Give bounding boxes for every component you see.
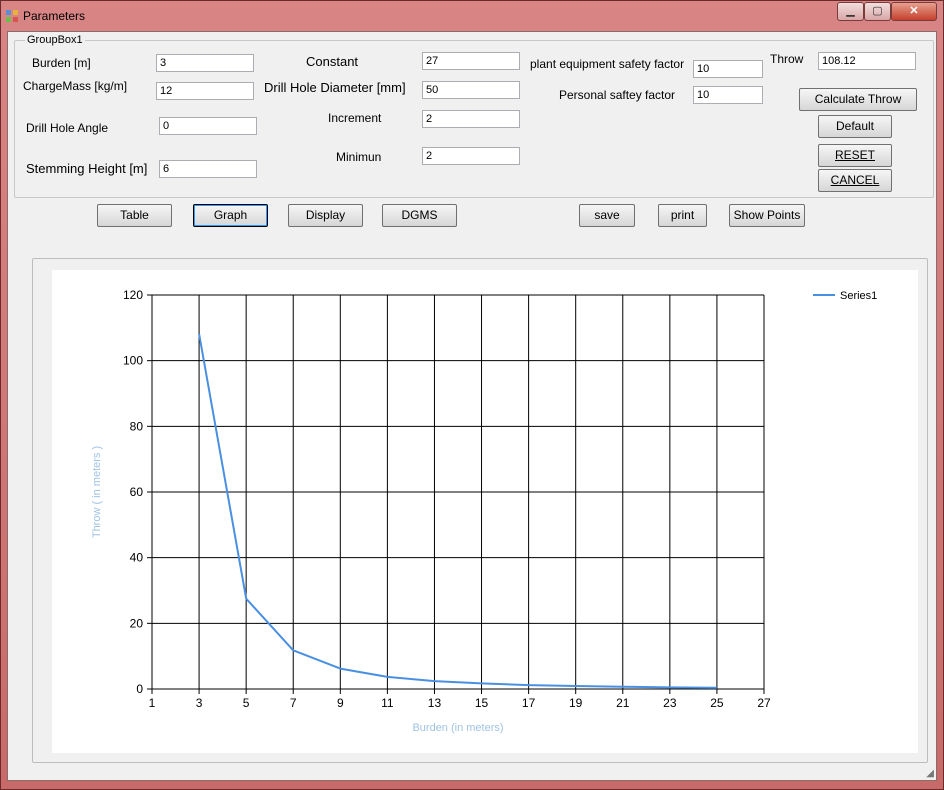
y-tick-label: 60 — [130, 485, 144, 499]
x-tick-label: 15 — [475, 696, 489, 710]
personal-safety-input[interactable] — [693, 86, 763, 104]
plant-safety-label: plant equipment safety factor — [530, 57, 685, 71]
x-tick-label: 3 — [196, 696, 203, 710]
x-tick-label: 19 — [569, 696, 583, 710]
x-tick-label: 1 — [149, 696, 156, 710]
constant-label: Constant — [306, 54, 359, 69]
y-tick-label: 40 — [130, 551, 144, 565]
stemming-height-input[interactable] — [159, 160, 257, 178]
x-tick-label: 5 — [243, 696, 250, 710]
x-tick-label: 25 — [710, 696, 724, 710]
resize-grip-icon[interactable]: ◢ — [926, 768, 934, 779]
default-button[interactable]: Default — [818, 115, 892, 138]
calculate-throw-button[interactable]: Calculate Throw — [799, 88, 917, 111]
reset-button[interactable]: RESET — [818, 144, 892, 167]
constant-input[interactable] — [422, 52, 520, 70]
x-tick-label: 23 — [663, 696, 677, 710]
table-button[interactable]: Table — [97, 204, 172, 227]
drill-hole-angle-label: Drill Hole Angle — [26, 121, 109, 135]
plant-safety-input[interactable] — [693, 60, 763, 78]
y-axis-title: Throw ( in meters ) — [91, 446, 103, 538]
throw-chart: 1 3 5 7 9 11 13 15 17 19 21 23 25 27020406080100120Bu… — [91, 288, 877, 734]
drill-hole-angle-input[interactable] — [159, 117, 257, 135]
title-bar[interactable]: Parameters ▁ ▢ ✕ — [1, 1, 943, 31]
drill-hole-diameter-input[interactable] — [422, 81, 520, 99]
close-button[interactable]: ✕ — [891, 2, 937, 21]
window-title: Parameters — [23, 9, 86, 23]
y-tick-label: 0 — [136, 682, 143, 696]
throw-output[interactable] — [818, 52, 916, 70]
increment-label: Increment — [328, 111, 382, 125]
charge-mass-label: ChargeMass [kg/m] — [23, 79, 128, 93]
burden-input[interactable] — [156, 54, 254, 72]
minimize-button[interactable]: ▁ — [837, 2, 864, 21]
groupbox-title: GroupBox1 — [25, 34, 85, 46]
app-icon — [6, 10, 19, 23]
minimum-input[interactable] — [422, 147, 520, 165]
form-client-area: GroupBox1 Burden [m] ChargeMass [kg/m] D… — [7, 31, 937, 781]
y-tick-label: 20 — [130, 616, 144, 630]
display-button[interactable]: Display — [288, 204, 363, 227]
chart-area: 1 3 5 7 9 11 13 15 17 19 21 23 25 27 0 20 40 60 80 100 120 Bu… — [52, 270, 918, 753]
print-button[interactable]: print — [658, 204, 707, 227]
increment-input[interactable] — [422, 110, 520, 128]
drill-hole-diameter-label: Drill Hole Diameter [mm] — [264, 80, 406, 95]
charge-mass-input[interactable] — [156, 82, 254, 100]
x-tick-label: 7 — [290, 696, 297, 710]
chart-panel: 1 3 5 7 9 11 13 15 17 19 21 23 25 27 0 20 40 60 80 100 120 Bu… — [32, 258, 928, 763]
show-points-button[interactable]: Show Points — [729, 204, 805, 227]
maximize-button[interactable]: ▢ — [864, 2, 891, 21]
x-tick-label: 9 — [337, 696, 344, 710]
personal-safety-label: Personal saftey factor — [559, 88, 676, 102]
stemming-height-label: Stemming Height [m] — [26, 161, 148, 176]
throw-label: Throw — [770, 52, 804, 66]
y-tick-label: 120 — [123, 288, 143, 302]
x-axis-title: Burden (in meters) — [412, 722, 503, 734]
graph-button[interactable]: Graph — [193, 204, 268, 227]
x-tick-label: 17 — [522, 696, 536, 710]
dgms-button[interactable]: DGMS — [382, 204, 457, 227]
x-tick-label: 21 — [616, 696, 630, 710]
y-tick-label: 80 — [130, 419, 144, 433]
minimum-label: Minimun — [336, 150, 382, 164]
x-tick-label: 11 — [381, 696, 394, 710]
series-line-series1 — [198, 333, 717, 689]
x-tick-label: 13 — [428, 696, 442, 710]
save-button[interactable]: save — [579, 204, 635, 227]
legend-label: Series1 — [840, 290, 877, 302]
x-tick-label: 27 — [757, 696, 771, 710]
parameters-window: Parameters ▁ ▢ ✕ GroupBox1 Burden [m] Ch… — [0, 0, 944, 790]
cancel-button[interactable]: CANCEL — [818, 169, 892, 192]
y-tick-label: 100 — [123, 354, 143, 368]
burden-label: Burden [m] — [32, 56, 91, 70]
